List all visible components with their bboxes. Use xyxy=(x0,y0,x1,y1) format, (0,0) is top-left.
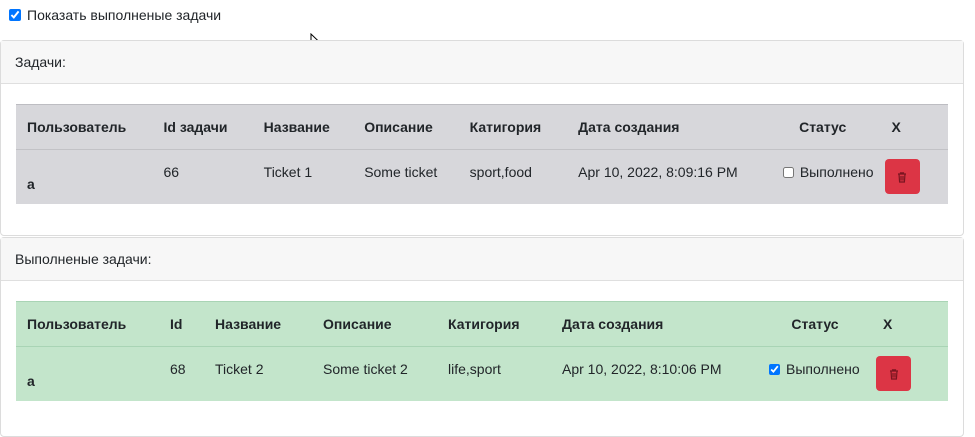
column-header: Пользователь xyxy=(27,316,127,332)
show-completed-label: Показать выполненые задачи xyxy=(27,7,222,23)
tasks-card-title: Задачи: xyxy=(15,54,66,70)
task-user: a xyxy=(27,176,35,192)
completed-tasks-table: Пользователь Id Название Описание Катиго… xyxy=(16,301,948,401)
column-header: X xyxy=(883,316,893,332)
completed-tasks-card: Выполненые задачи: Пользователь Id Назва… xyxy=(0,237,964,437)
column-header: Описание xyxy=(323,316,392,332)
task-category: sport,food xyxy=(469,164,532,180)
trash-icon xyxy=(898,171,907,183)
table-header-row: Пользователь Id Название Описание Катиго… xyxy=(16,302,948,347)
column-header: Id xyxy=(170,316,183,332)
completed-card-title: Выполненые задачи: xyxy=(15,251,152,267)
task-name: Ticket 1 xyxy=(263,164,313,180)
column-header: Название xyxy=(263,119,330,135)
task-status[interactable]: Выполнено xyxy=(769,361,870,377)
task-id: 66 xyxy=(163,164,180,180)
task-created: Apr 10, 2022, 8:10:06 PM xyxy=(562,361,722,377)
status-label: Выполнено xyxy=(786,361,860,377)
column-header: Статус xyxy=(799,119,847,135)
table-header-row: Пользователь Id задачи Название Описание… xyxy=(16,105,948,150)
column-header: Описание xyxy=(364,119,433,135)
task-description: Some ticket 2 xyxy=(323,361,408,377)
task-name: Ticket 2 xyxy=(215,361,264,377)
task-created: Apr 10, 2022, 8:09:16 PM xyxy=(578,164,738,180)
column-header: Дата создания xyxy=(562,316,664,332)
column-header: X xyxy=(891,119,901,135)
status-checkbox[interactable] xyxy=(782,166,794,178)
column-header: Id задачи xyxy=(163,119,228,135)
tasks-card-header: Задачи: xyxy=(1,41,963,84)
task-status[interactable]: Выполнено xyxy=(782,164,874,180)
table-row: a 66 Ticket 1 Some ticket sport,food Apr… xyxy=(16,150,948,204)
column-header: Катигория xyxy=(469,119,542,135)
status-label: Выполнено xyxy=(799,164,874,180)
task-id: 68 xyxy=(170,361,186,377)
column-header: Статус xyxy=(791,316,839,332)
task-user: a xyxy=(27,373,35,389)
show-completed-checkbox[interactable] xyxy=(9,9,21,21)
tasks-table: Пользователь Id задачи Название Описание… xyxy=(16,104,948,204)
task-description: Some ticket xyxy=(364,164,438,180)
table-row: a 68 Ticket 2 Some ticket 2 life,sport A… xyxy=(16,347,948,401)
task-category: life,sport xyxy=(448,361,501,377)
column-header: Дата создания xyxy=(578,119,680,135)
delete-button[interactable] xyxy=(884,159,920,194)
trash-icon xyxy=(889,368,898,380)
column-header: Катигория xyxy=(448,316,520,332)
delete-button[interactable] xyxy=(876,356,911,391)
show-completed-toggle[interactable]: Показать выполненые задачи xyxy=(9,7,221,23)
column-header: Пользователь xyxy=(27,119,127,135)
column-header: Название xyxy=(215,316,282,332)
status-checkbox[interactable] xyxy=(769,363,780,375)
completed-card-header: Выполненые задачи: xyxy=(1,238,963,281)
tasks-card: Задачи: Пользователь Id задачи Название … xyxy=(0,40,964,236)
